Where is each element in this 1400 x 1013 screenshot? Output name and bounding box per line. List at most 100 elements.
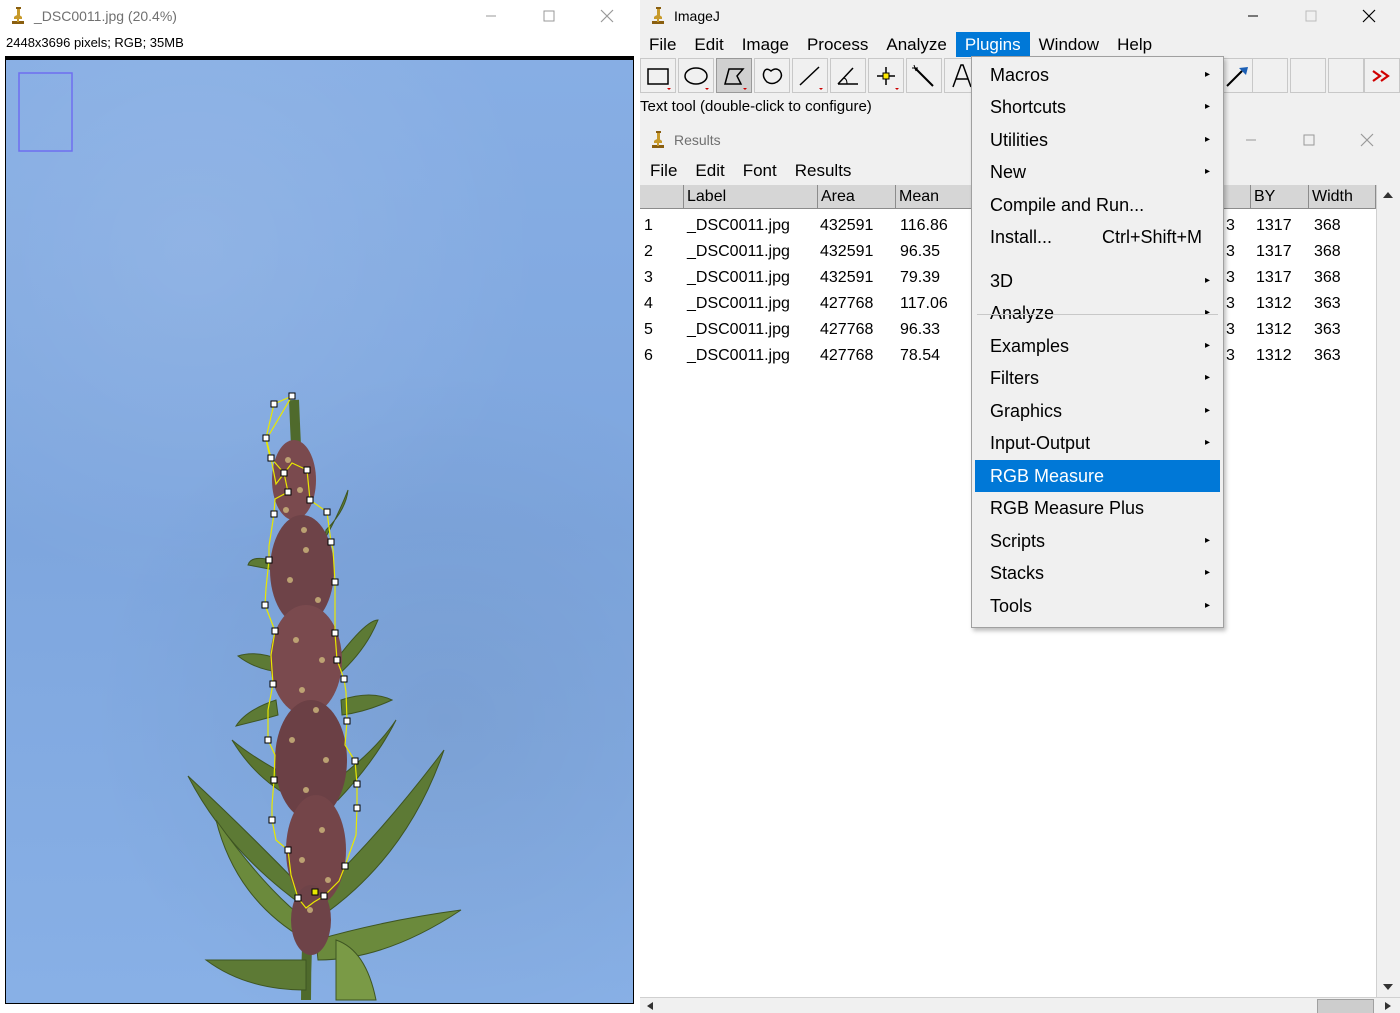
rectangle-tool[interactable]: [640, 58, 676, 93]
menu-item-shortcuts[interactable]: Shortcuts ▸: [975, 91, 1220, 123]
cell-label[interactable]: _DSC0011.jpg: [687, 239, 790, 265]
cell-mean[interactable]: 79.39: [900, 265, 940, 291]
dropper-tool[interactable]: [1219, 58, 1255, 93]
cell-index[interactable]: 4: [644, 291, 653, 317]
cell-by[interactable]: 1312: [1256, 343, 1292, 369]
menu-item-utilities[interactable]: Utilities ▸: [975, 124, 1220, 156]
menu-process[interactable]: Process: [798, 32, 877, 57]
cell-index[interactable]: 6: [644, 343, 653, 369]
close-button[interactable]: [1340, 0, 1398, 32]
menu-item-stacks[interactable]: Stacks ▸: [975, 557, 1220, 589]
cell-area[interactable]: 427768: [820, 317, 873, 343]
menu-item-input-output[interactable]: Input-Output ▸: [975, 427, 1220, 459]
angle-tool[interactable]: [830, 58, 866, 93]
menu-item-graphics[interactable]: Graphics ▸: [975, 395, 1220, 427]
cell-width[interactable]: 368: [1314, 239, 1341, 265]
column-header-mean[interactable]: Mean: [896, 185, 976, 209]
cell-mean[interactable]: 117.06: [900, 291, 948, 317]
cell-bx[interactable]: 3: [1226, 343, 1235, 369]
minimize-button[interactable]: [1224, 0, 1282, 32]
maximize-button[interactable]: [1280, 124, 1338, 156]
cell-by[interactable]: 1317: [1256, 213, 1292, 239]
cell-index[interactable]: 5: [644, 317, 653, 343]
wand-tool[interactable]: [906, 58, 942, 93]
menu-help[interactable]: Help: [1108, 32, 1161, 57]
menu-item-compile-and-run[interactable]: Compile and Run...: [975, 189, 1220, 221]
cell-mean[interactable]: 96.35: [900, 239, 940, 265]
cell-bx[interactable]: 3: [1226, 213, 1235, 239]
maximize-button[interactable]: [1282, 0, 1340, 32]
cell-width[interactable]: 368: [1314, 213, 1341, 239]
menu-plugins[interactable]: Plugins: [955, 32, 1030, 57]
column-header-by[interactable]: BY: [1251, 185, 1309, 209]
cell-by[interactable]: 1312: [1256, 317, 1292, 343]
cell-width[interactable]: 363: [1314, 317, 1341, 343]
column-header-index[interactable]: [640, 185, 684, 209]
minimize-button[interactable]: [462, 0, 520, 32]
polygon-tool[interactable]: [716, 58, 752, 93]
cell-width[interactable]: 363: [1314, 291, 1341, 317]
minimize-button[interactable]: [1222, 124, 1280, 156]
vertical-scrollbar[interactable]: [1376, 185, 1399, 997]
maximize-button[interactable]: [520, 0, 578, 32]
cell-by[interactable]: 1317: [1256, 239, 1292, 265]
close-button[interactable]: [578, 0, 636, 32]
menu-item-rgb-measure[interactable]: RGB Measure: [975, 460, 1220, 492]
cell-bx[interactable]: 3: [1226, 239, 1235, 265]
column-header-bx[interactable]: [1223, 185, 1251, 209]
cell-by[interactable]: 1312: [1256, 291, 1292, 317]
cell-width[interactable]: 363: [1314, 343, 1341, 369]
results-menu-font[interactable]: Font: [733, 159, 785, 183]
cell-area[interactable]: 427768: [820, 343, 873, 369]
menu-image[interactable]: Image: [733, 32, 798, 57]
menu-window[interactable]: Window: [1030, 32, 1108, 57]
menu-item-install[interactable]: Install... Ctrl+Shift+M: [975, 221, 1220, 253]
horizontal-scroll-thumb[interactable]: [1317, 999, 1374, 1013]
menu-item-analyze[interactable]: Analyze ▸: [975, 297, 1220, 329]
menu-edit[interactable]: Edit: [685, 32, 732, 57]
close-button[interactable]: [1338, 124, 1396, 156]
cell-bx[interactable]: 3: [1226, 265, 1235, 291]
cell-area[interactable]: 432591: [820, 239, 873, 265]
menu-item-scripts[interactable]: Scripts ▸: [975, 525, 1220, 557]
cell-label[interactable]: _DSC0011.jpg: [687, 291, 790, 317]
cell-label[interactable]: _DSC0011.jpg: [687, 343, 790, 369]
oval-tool[interactable]: [678, 58, 714, 93]
menu-item-filters[interactable]: Filters ▸: [975, 362, 1220, 394]
menu-item-tools[interactable]: Tools ▸: [975, 590, 1220, 622]
menu-item-new[interactable]: New ▸: [975, 156, 1220, 188]
menu-file[interactable]: File: [640, 32, 685, 57]
cell-label[interactable]: _DSC0011.jpg: [687, 213, 790, 239]
cell-bx[interactable]: 3: [1226, 317, 1235, 343]
menu-analyze[interactable]: Analyze: [877, 32, 955, 57]
cell-area[interactable]: 432591: [820, 265, 873, 291]
more-tools-button[interactable]: [1364, 58, 1400, 93]
line-tool[interactable]: [792, 58, 828, 93]
menu-item-3d[interactable]: 3D ▸: [975, 265, 1220, 297]
empty-tool-slot-3[interactable]: [1328, 58, 1364, 93]
cell-width[interactable]: 368: [1314, 265, 1341, 291]
cell-area[interactable]: 427768: [820, 291, 873, 317]
menu-item-rgb-measure-plus[interactable]: RGB Measure Plus: [975, 492, 1220, 524]
cell-index[interactable]: 1: [644, 213, 653, 239]
freehand-tool[interactable]: [754, 58, 790, 93]
imagej-titlebar[interactable]: ImageJ: [640, 0, 1400, 32]
horizontal-scrollbar[interactable]: [640, 997, 1400, 1013]
cell-mean[interactable]: 78.54: [900, 343, 940, 369]
cell-mean[interactable]: 96.33: [900, 317, 940, 343]
empty-tool-slot-1[interactable]: [1252, 58, 1288, 93]
cell-index[interactable]: 3: [644, 265, 653, 291]
cell-mean[interactable]: 116.86: [900, 213, 948, 239]
image-window-titlebar[interactable]: _DSC0011.jpg (20.4%): [0, 0, 637, 32]
results-menu-results[interactable]: Results: [785, 159, 860, 183]
cell-label[interactable]: _DSC0011.jpg: [687, 265, 790, 291]
column-header-width[interactable]: Width: [1309, 185, 1376, 209]
empty-tool-slot-2[interactable]: [1290, 58, 1326, 93]
cell-label[interactable]: _DSC0011.jpg: [687, 317, 790, 343]
menu-item-macros[interactable]: Macros ▸: [975, 59, 1220, 91]
cell-bx[interactable]: 3: [1226, 291, 1235, 317]
cell-by[interactable]: 1317: [1256, 265, 1292, 291]
results-menu-file[interactable]: File: [640, 159, 685, 183]
column-header-label[interactable]: Label: [684, 185, 818, 209]
results-menu-edit[interactable]: Edit: [685, 159, 732, 183]
